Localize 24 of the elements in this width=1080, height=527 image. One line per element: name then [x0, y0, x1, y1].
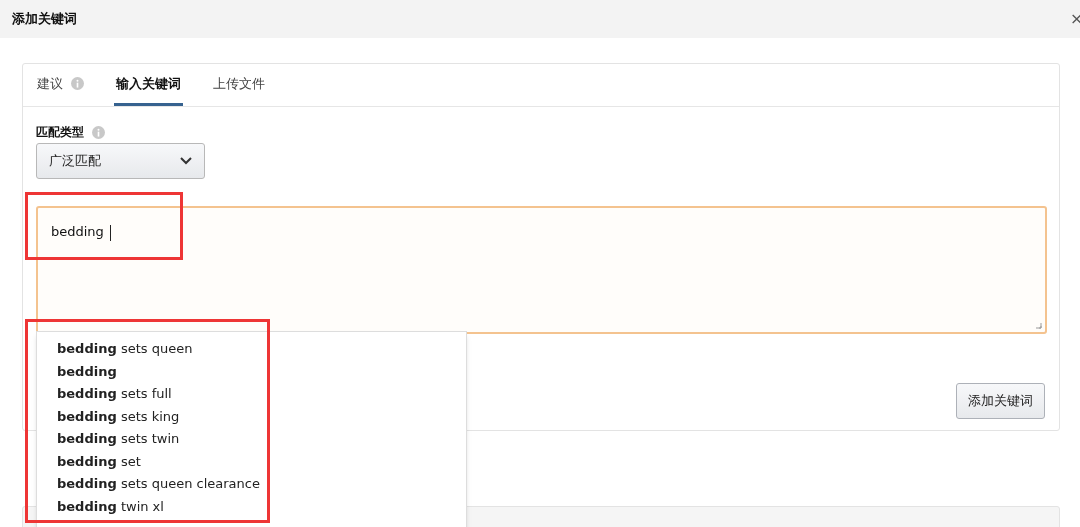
add-keywords-button[interactable]: 添加关键词: [956, 383, 1045, 419]
suggestion-item[interactable]: bedding sets queen: [37, 338, 466, 360]
match-type-select[interactable]: 广泛匹配: [36, 143, 205, 179]
dialog-title: 添加关键词: [12, 10, 77, 29]
suggestion-item[interactable]: bedding sets queen clearance: [37, 473, 466, 495]
suggestion-item[interactable]: bedding sets twin: [37, 428, 466, 450]
keyword-input[interactable]: bedding: [36, 206, 1047, 334]
tab[interactable]: 上传文件: [211, 64, 267, 106]
tab-label: 建议: [37, 74, 63, 93]
suggestion-item[interactable]: bedding twin xl: [37, 495, 466, 518]
chevron-down-icon: [180, 157, 192, 165]
info-icon: [92, 125, 105, 139]
tab-label: 上传文件: [213, 74, 265, 93]
suggestion-item[interactable]: bedding sets full: [37, 383, 466, 405]
match-type-label: 匹配类型: [36, 124, 84, 141]
tab[interactable]: 建议: [35, 64, 86, 106]
tab-label: 输入关键词: [116, 74, 181, 93]
suggestion-item[interactable]: bedding sets king: [37, 405, 466, 428]
suggestion-item[interactable]: bedding: [37, 360, 466, 383]
text-cursor: [109, 224, 111, 241]
input-text: bedding: [51, 224, 104, 239]
suggestion-item[interactable]: bedding set: [37, 450, 466, 473]
resize-handle-icon: [1035, 322, 1042, 329]
tab[interactable]: 输入关键词: [114, 64, 183, 106]
